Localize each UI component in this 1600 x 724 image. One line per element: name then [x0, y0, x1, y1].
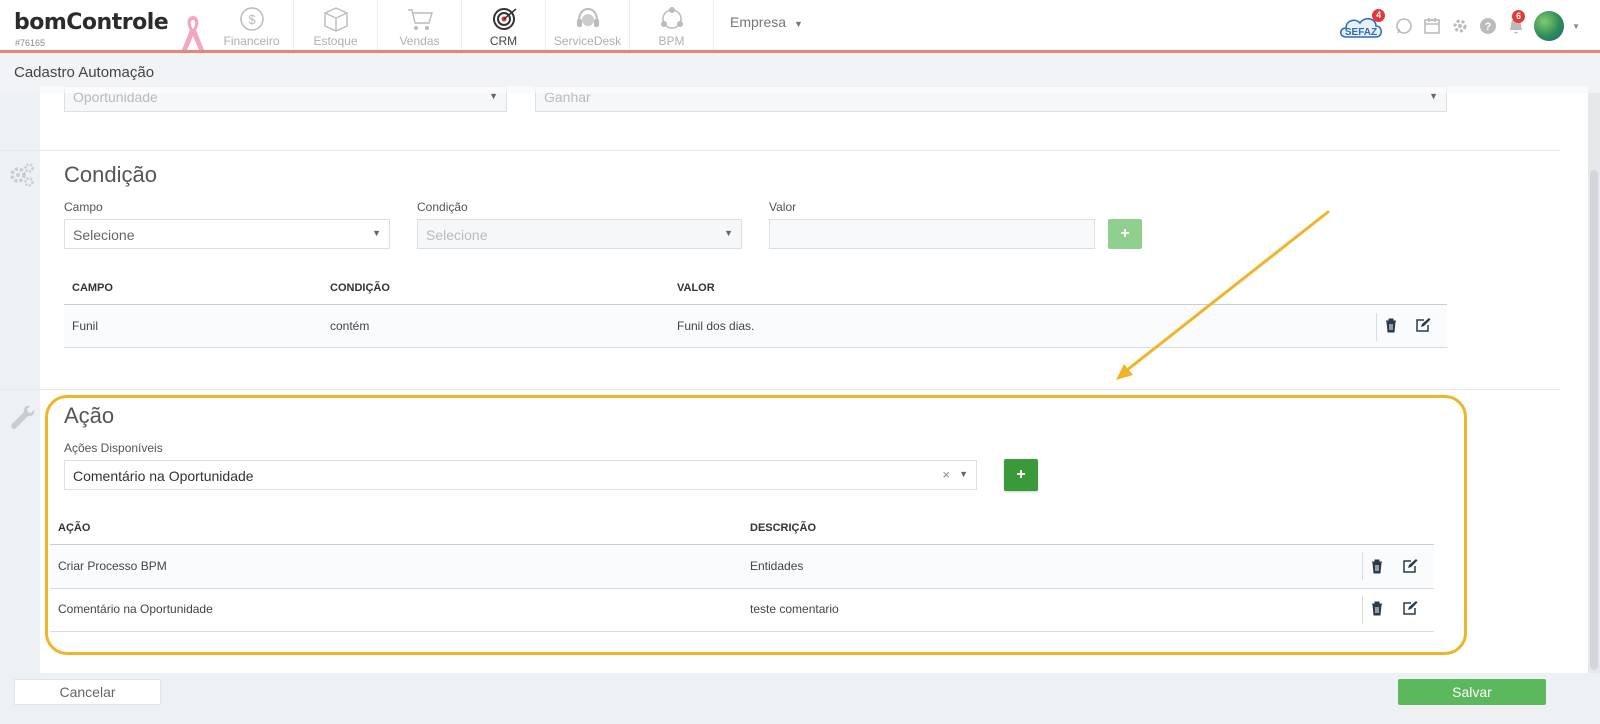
box-icon [323, 7, 348, 32]
chevron-down-icon[interactable]: ▼ [1572, 22, 1580, 31]
column-header-valor: VALOR [677, 282, 715, 294]
row-acao: Criar Processo BPM [58, 559, 167, 573]
table-bottom-divider [50, 631, 1434, 632]
module-bpm[interactable]: BPM [630, 0, 714, 50]
campo-select[interactable]: Selecione ▼ [64, 219, 390, 249]
svg-text:?: ? [1485, 21, 1492, 33]
calendar-icon[interactable] [1422, 16, 1442, 36]
target-icon [492, 8, 516, 30]
headset-icon [576, 7, 599, 27]
module-estoque[interactable]: Estoque [294, 0, 378, 50]
whatsapp-icon[interactable] [1394, 16, 1414, 36]
scrollbar-thumb[interactable] [1590, 170, 1598, 670]
acoes-select-value: Comentário na Oportunidade [73, 468, 254, 484]
campo-label: Campo [64, 200, 103, 214]
actions-divider [1362, 552, 1363, 580]
module-label: Financeiro [223, 34, 280, 48]
table-row [50, 545, 1434, 588]
module-servicedesk[interactable]: ServiceDesk [546, 0, 630, 50]
row-descricao: teste comentario [750, 602, 839, 616]
footer-bar [0, 673, 1600, 724]
row-descricao: Entidades [750, 559, 804, 573]
gear-icon[interactable] [1450, 16, 1470, 36]
sefaz-text: SEFAZ [1345, 27, 1377, 38]
add-action-button[interactable]: + [1004, 459, 1038, 491]
module-label: CRM [489, 34, 518, 48]
acoes-disponiveis-label: Ações Disponíveis [64, 441, 163, 455]
svg-text:$: $ [248, 12, 256, 27]
condicao-select-value: Selecione [426, 227, 488, 243]
column-header-descricao: DESCRIÇÃO [750, 522, 817, 534]
avatar[interactable] [1534, 11, 1565, 41]
empresa-dropdown[interactable]: Empresa ▼ [730, 14, 803, 30]
form-card [40, 93, 1588, 687]
acao-title: Ação [64, 403, 115, 428]
gears-icon [10, 163, 34, 187]
trash-icon[interactable] [1383, 317, 1399, 333]
column-header-campo: CAMPO [72, 282, 113, 294]
add-condition-button[interactable]: + [1108, 219, 1142, 249]
awareness-ribbon-icon [182, 16, 204, 50]
brand-logo[interactable]: bomControle [14, 10, 169, 35]
condicao-select[interactable]: Selecione ▼ [417, 219, 742, 249]
module-label: Vendas [399, 34, 440, 48]
row-divider [50, 588, 1434, 589]
help-icon[interactable]: ? [1478, 16, 1498, 36]
column-header-condicao: CONDIÇÃO [330, 282, 390, 294]
valor-input[interactable] [769, 219, 1095, 249]
campo-select-value: Selecione [73, 227, 135, 243]
module-label: ServiceDesk [553, 34, 622, 48]
actions-divider [1376, 313, 1377, 341]
top-navbar: bomControle #76165 $ Financeiro Estoque … [0, 0, 1600, 53]
save-button[interactable]: Salvar [1398, 679, 1546, 705]
row-acao: Comentário na Oportunidade [58, 602, 213, 616]
edit-icon[interactable] [1402, 558, 1418, 574]
row-condicao: contém [330, 319, 370, 333]
section-divider [0, 389, 1560, 390]
plus-icon: + [1120, 225, 1130, 242]
sefaz-button[interactable]: SEFAZ 4 [1336, 9, 1386, 41]
plus-icon: + [1016, 466, 1026, 483]
page-title: Cadastro Automação [14, 64, 155, 81]
module-financeiro[interactable]: $ Financeiro [210, 0, 294, 50]
table-bottom-divider [64, 347, 1447, 348]
chevron-down-icon: ▼ [959, 469, 968, 479]
cart-icon [407, 9, 433, 30]
account-id: #76165 [15, 38, 46, 48]
module-label: Estoque [313, 34, 358, 48]
notifications-badge: 6 [1512, 10, 1526, 23]
module-label: BPM [658, 34, 685, 48]
notifications-button[interactable]: 6 [1506, 10, 1526, 36]
chevron-down-icon: ▼ [724, 228, 733, 238]
actions-divider [1362, 596, 1363, 624]
chevron-down-icon: ▼ [372, 228, 381, 238]
clear-icon[interactable]: × [942, 467, 950, 482]
condicao-label: Condição [417, 200, 468, 214]
chevron-down-icon: ▼ [794, 19, 803, 29]
valor-label: Valor [769, 200, 797, 214]
header-actions: SEFAZ 4 ? 6 ▼ [1336, 8, 1580, 44]
acoes-disponiveis-select[interactable]: Comentário na Oportunidade × ▼ [64, 460, 977, 490]
trash-icon[interactable] [1369, 558, 1385, 574]
coin-icon: $ [239, 7, 264, 31]
network-icon [660, 7, 683, 29]
cancel-button[interactable]: Cancelar [14, 679, 161, 705]
module-nav: $ Financeiro Estoque Vendas CRM ServiceD… [210, 0, 714, 50]
row-valor: Funil dos dias. [677, 319, 755, 333]
empresa-label: Empresa [730, 14, 787, 30]
row-campo: Funil [72, 319, 99, 333]
module-crm[interactable]: CRM [462, 0, 546, 50]
wrench-icon [11, 405, 35, 429]
edit-icon[interactable] [1415, 317, 1431, 333]
edit-icon[interactable] [1402, 600, 1418, 616]
sefaz-badge: 4 [1372, 9, 1386, 22]
condicao-title: Condição [64, 162, 157, 187]
module-vendas[interactable]: Vendas [378, 0, 462, 50]
section-divider [0, 150, 1560, 151]
scroll-fade [40, 86, 1588, 93]
trash-icon[interactable] [1369, 600, 1385, 616]
column-header-acao: AÇÃO [58, 522, 91, 534]
table-row [64, 305, 1447, 347]
